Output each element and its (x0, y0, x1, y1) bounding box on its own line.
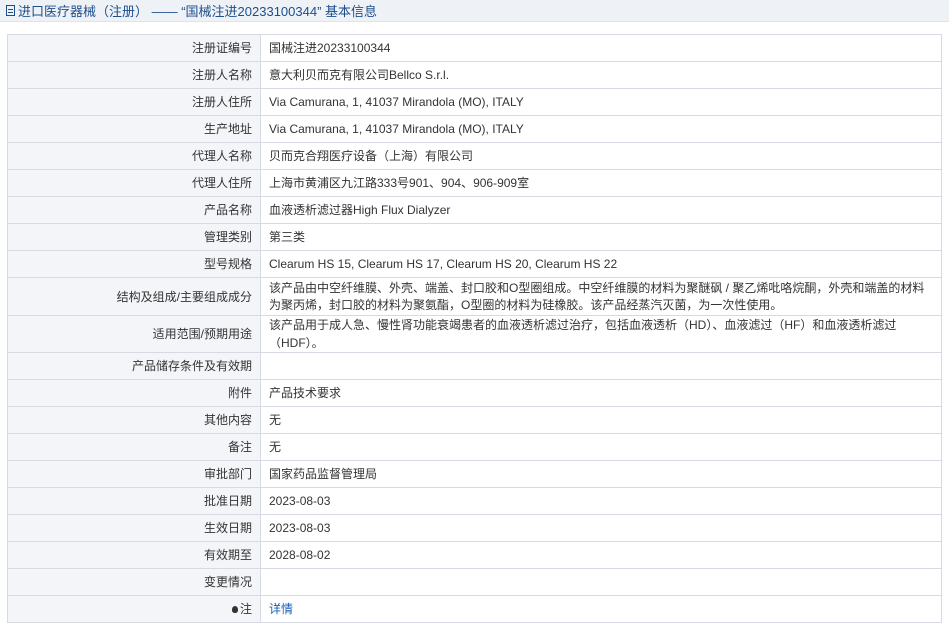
row-value: 国家药品监督管理局 (260, 460, 942, 488)
page-title: 进口医疗器械（注册） —— “国械注进20233100344” 基本信息 (18, 4, 378, 19)
row-value: Via Camurana, 1, 41037 Mirandola (MO), I… (260, 88, 942, 116)
table-row-approval-date: 批准日期 2023-08-03 (7, 487, 942, 515)
row-label: 型号规格 (7, 250, 261, 278)
row-label: 管理类别 (7, 223, 261, 251)
table-row-production-address: 生产地址 Via Camurana, 1, 41037 Mirandola (M… (7, 115, 942, 143)
table-row-note: 注 详情 (7, 595, 942, 623)
row-label: 注册证编号 (7, 34, 261, 62)
row-label: 适用范围/预期用途 (7, 315, 261, 353)
table-row-agent-name: 代理人名称 贝而克合翔医疗设备（上海）有限公司 (7, 142, 942, 170)
row-value (260, 568, 942, 596)
row-value: 该产品由中空纤维膜、外壳、端盖、封口胶和O型圈组成。中空纤维膜的材料为聚醚砜 /… (260, 277, 942, 316)
row-label: 生效日期 (7, 514, 261, 542)
table-row-structure-composition: 结构及组成/主要组成成分 该产品由中空纤维膜、外壳、端盖、封口胶和O型圈组成。中… (7, 277, 942, 316)
table-row-registration-no: 注册证编号 国械注进20233100344 (7, 34, 942, 62)
bulb-icon (231, 606, 238, 613)
row-label: 注册人住所 (7, 88, 261, 116)
row-value: 贝而克合翔医疗设备（上海）有限公司 (260, 142, 942, 170)
row-label: 批准日期 (7, 487, 261, 515)
row-label: 结构及组成/主要组成成分 (7, 277, 261, 316)
table-row-registrant-name: 注册人名称 意大利贝而克有限公司Bellco S.r.l. (7, 61, 942, 89)
table-row-valid-until: 有效期至 2028-08-02 (7, 541, 942, 569)
page-title-bar: 进口医疗器械（注册） —— “国械注进20233100344” 基本信息 (0, 0, 949, 22)
row-label: 附件 (7, 379, 261, 407)
table-row-management-class: 管理类别 第三类 (7, 223, 942, 251)
row-label: 备注 (7, 433, 261, 461)
note-label: 注 (239, 602, 252, 616)
row-value: 该产品用于成人急、慢性肾功能衰竭患者的血液透析滤过治疗，包括血液透析（HD）、血… (260, 315, 942, 353)
table-row-agent-address: 代理人住所 上海市黄浦区九江路333号901、904、906-909室 (7, 169, 942, 197)
table-row-storage-validity: 产品储存条件及有效期 (7, 352, 942, 380)
details-link[interactable]: 详情 (269, 602, 293, 616)
row-value: 2023-08-03 (260, 487, 942, 515)
row-label: 变更情况 (7, 568, 261, 596)
table-row-change-status: 变更情况 (7, 568, 942, 596)
document-icon (6, 5, 15, 16)
row-value: 第三类 (260, 223, 942, 251)
table-row-other-content: 其他内容 无 (7, 406, 942, 434)
row-value: 无 (260, 433, 942, 461)
row-value: 产品技术要求 (260, 379, 942, 407)
row-label: 其他内容 (7, 406, 261, 434)
table-row-registrant-address: 注册人住所 Via Camurana, 1, 41037 Mirandola (… (7, 88, 942, 116)
row-value: Clearum HS 15, Clearum HS 17, Clearum HS… (260, 250, 942, 278)
row-value: 意大利贝而克有限公司Bellco S.r.l. (260, 61, 942, 89)
info-table: 注册证编号 国械注进20233100344 注册人名称 意大利贝而克有限公司Be… (7, 34, 942, 623)
row-label: 生产地址 (7, 115, 261, 143)
note-value-cell: 详情 (260, 595, 942, 623)
row-value: 无 (260, 406, 942, 434)
row-label: 产品储存条件及有效期 (7, 352, 261, 380)
row-label: 注册人名称 (7, 61, 261, 89)
row-label: 有效期至 (7, 541, 261, 569)
table-row-model-spec: 型号规格 Clearum HS 15, Clearum HS 17, Clear… (7, 250, 942, 278)
table-row-intended-use: 适用范围/预期用途 该产品用于成人急、慢性肾功能衰竭患者的血液透析滤过治疗，包括… (7, 315, 942, 353)
row-value: 2023-08-03 (260, 514, 942, 542)
row-label: 代理人名称 (7, 142, 261, 170)
row-value: 上海市黄浦区九江路333号901、904、906-909室 (260, 169, 942, 197)
table-row-attachment: 附件 产品技术要求 (7, 379, 942, 407)
row-label: 审批部门 (7, 460, 261, 488)
table-row-effective-date: 生效日期 2023-08-03 (7, 514, 942, 542)
table-row-remarks: 备注 无 (7, 433, 942, 461)
table-row-product-name: 产品名称 血液透析滤过器High Flux Dialyzer (7, 196, 942, 224)
row-value: 2028-08-02 (260, 541, 942, 569)
row-value: 国械注进20233100344 (260, 34, 942, 62)
table-row-approval-department: 审批部门 国家药品监督管理局 (7, 460, 942, 488)
note-label-cell: 注 (7, 595, 261, 623)
row-value (260, 352, 942, 380)
row-value: Via Camurana, 1, 41037 Mirandola (MO), I… (260, 115, 942, 143)
row-label: 代理人住所 (7, 169, 261, 197)
row-label: 产品名称 (7, 196, 261, 224)
row-value: 血液透析滤过器High Flux Dialyzer (260, 196, 942, 224)
